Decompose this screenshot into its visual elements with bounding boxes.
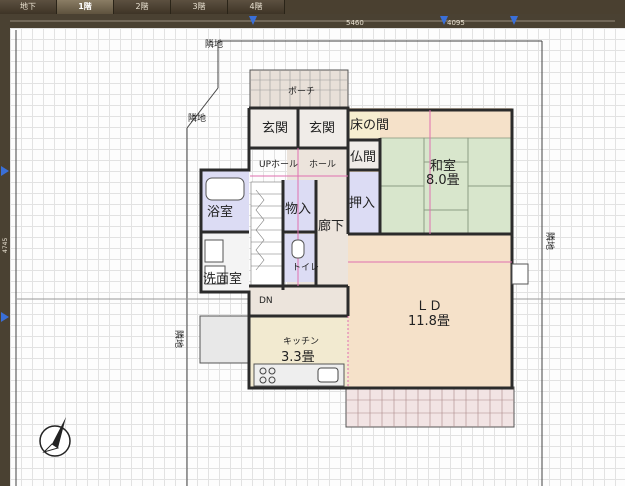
compass-icon [39, 417, 71, 457]
top-ruler[interactable]: 5460 4095 [0, 14, 625, 28]
side-deck [199, 315, 249, 364]
washroom-label: 洗面室 [203, 271, 242, 287]
tab-floor-3[interactable]: 3階 [171, 0, 228, 14]
neighbor-label-right: 隣地 [544, 232, 556, 250]
dimension-left-height: 4745 [2, 238, 9, 253]
storage-label: 物入 [285, 202, 311, 217]
entrance-right-label: 玄関 [309, 121, 335, 136]
ld-label: ＬＤ [416, 299, 442, 314]
kitchen-size: 3.3畳 [281, 350, 315, 365]
exterior-door [511, 263, 529, 285]
neighbor-label-left: 隣地 [173, 330, 185, 348]
toilet-label: トイレ [292, 263, 319, 273]
tokonoma-label: 床の間 [350, 118, 389, 133]
hall-label: ホール [309, 159, 336, 170]
washitsu-size: 8.0畳 [426, 173, 460, 188]
porch-label: ポーチ [288, 86, 315, 97]
up-hall-label: UPホール [259, 159, 298, 170]
closet-label: 押入 [349, 196, 375, 211]
stairs [250, 181, 284, 287]
bathtub [205, 177, 245, 201]
left-ruler[interactable]: 4745 [0, 28, 10, 486]
neighbor-label-top: 隣地 [205, 38, 223, 50]
washer [204, 239, 224, 263]
toilet-fixture [291, 239, 305, 259]
ruler-marker[interactable] [1, 312, 9, 322]
tab-floor-4[interactable]: 4階 [228, 0, 285, 14]
tab-basement[interactable]: 地下 [0, 0, 57, 14]
washitsu-label: 和室 [430, 158, 456, 174]
ruler-marker[interactable] [1, 166, 9, 176]
floor-plan-canvas[interactable]: 隣地 隣地 隣地 隣地 ポーチ 玄関 玄関 床の間 仏間 和室 8.0畳 UPホ… [10, 28, 625, 486]
tab-floor-2[interactable]: 2階 [114, 0, 171, 14]
butsuma-label: 仏間 [350, 150, 376, 165]
dimension-top-width: 5460 [346, 19, 364, 27]
entrance-left-label: 玄関 [262, 121, 288, 136]
kitchen-label: キッチン [283, 336, 319, 347]
dn-label: DN [259, 296, 273, 306]
corridor-label: 廊下 [318, 218, 344, 234]
ld-size: 11.8畳 [408, 314, 450, 329]
kitchen-sink [317, 367, 339, 383]
bath-label: 浴室 [207, 204, 233, 220]
floor-tabs: 地下 1階 2階 3階 4階 [0, 0, 625, 14]
dimension-top-right: 4095 [447, 19, 465, 27]
neighbor-label-top-left: 隣地 [188, 112, 206, 124]
tab-floor-1[interactable]: 1階 [57, 0, 114, 14]
